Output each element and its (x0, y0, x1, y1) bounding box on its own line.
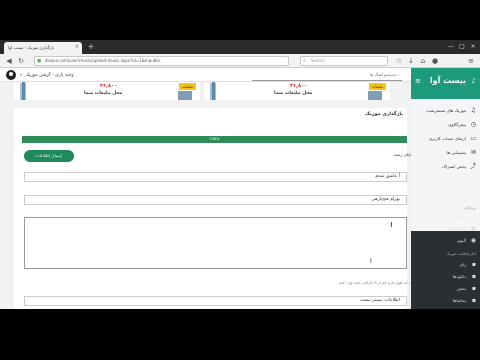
share-icon: ⤴ (469, 163, 476, 170)
firefox-icon[interactable]: ● (430, 56, 440, 66)
banner-tag: تبلیغات (368, 83, 386, 90)
sidebar-item-label: پخش (456, 286, 466, 291)
sidebar-item-support[interactable]: پشتیبانی ها ✉ (414, 147, 476, 159)
upgrade-icon: ▭ (470, 135, 476, 142)
browser-tab[interactable]: بارگذاری موزیک - بیست آوا × (4, 42, 82, 54)
sidebar-item-plays[interactable]: پخش ▪ (414, 283, 476, 295)
sidebar: ≡ بیست آوا ♪ موزیک های منتشرشده ♫ پیش‌گا… (411, 68, 480, 309)
sidebar-item-label: موزیک (454, 214, 466, 219)
sidebar-item-history[interactable]: پیش‌گالوی ◷ (414, 119, 476, 131)
browser-search-input[interactable]: ⌕ Search (300, 56, 388, 66)
close-window-icon[interactable]: × (468, 42, 478, 51)
support-icon: ✉ (470, 149, 476, 156)
sidebar-dark-menu: پروفایل موزیک ♪ پیش‌گالوی ▣ آلبوم ◉ آمار… (411, 203, 480, 304)
download-icon: ▪ (471, 273, 476, 280)
site-header: ▾ وحید یاری - گرفتن موزیک (0, 68, 411, 82)
banner-tag: تبلیغات (178, 83, 196, 90)
description-textarea[interactable] (24, 217, 407, 269)
sidebar-section-title: پروفایل (464, 205, 476, 210)
sidebar-item-label: آلبوم (457, 238, 466, 243)
home-icon[interactable]: ⌂ (418, 56, 428, 66)
sidebar-item-album[interactable]: آلبوم ◉ (414, 235, 476, 247)
banner-price: ۳۶,۸۰۰ (290, 83, 308, 89)
brand-header[interactable]: ≡ بیست آوا ♪ (411, 68, 480, 99)
sidebar-item-label: پیش‌گالوی (448, 122, 466, 127)
sidebar-item-share[interactable]: پخش اشتراک ⤴ (414, 161, 476, 173)
sidebar-item-label: پخش اشتراک (442, 164, 466, 169)
album-icon: ◉ (470, 237, 476, 244)
sidebar-item-published-music[interactable]: موزیک های منتشرشده ♫ (414, 105, 476, 117)
sidebar-item-votes[interactable]: رای ▪ (414, 259, 476, 271)
browser-search-placeholder: Search (311, 58, 325, 63)
bookmark-star-icon[interactable]: ☆ (394, 56, 404, 66)
browser-nav-bar: ◀ ↻ ● ibsava.com/user/music/upload-music… (0, 54, 480, 68)
avatar[interactable] (6, 70, 16, 80)
sidebar-item-label: دانلودها (452, 274, 466, 279)
url-text: ibsava.com/user/music/upload-music.aspx?… (45, 58, 161, 63)
sidebar-item-label: ارتقای حساب کاربری (428, 136, 466, 141)
tab-close-icon[interactable]: × (75, 44, 79, 50)
billboard-image (368, 91, 382, 100)
banner-price: ۳۶,۸۰۰ (100, 83, 118, 89)
site-search-input[interactable] (252, 69, 402, 81)
gallery-icon: ▣ (470, 225, 476, 232)
menu-icon[interactable]: ≡ (466, 56, 476, 66)
search-icon: ⌕ (303, 58, 306, 64)
browser-tab-bar: بارگذاری موزیک - بیست آوا × + — □ × (0, 40, 480, 54)
ad-banner-left[interactable]: ۳۶,۸۰۰ محل تبلیغات شما تبلیغات (14, 82, 200, 100)
new-tab-button[interactable]: + (86, 42, 96, 52)
sidebar-item-music[interactable]: موزیک ♪ (414, 211, 476, 223)
download-icon[interactable]: ↓ (406, 56, 416, 66)
song-name-field[interactable]: آ عاشق شدم (24, 172, 407, 182)
sidebar-item-views[interactable]: تماشاها ▪ (414, 295, 476, 307)
building-image-detail (22, 82, 25, 100)
address-bar[interactable]: ● ibsava.com/user/music/upload-music.asp… (34, 56, 289, 66)
brand-name: بیست آوا (429, 76, 466, 85)
minimize-icon[interactable]: — (446, 42, 456, 51)
ad-banner-right[interactable]: ۳۶,۸۰۰ محل تبلیغات شما تبلیغات (204, 82, 390, 100)
form-title: بارگذاری موزیک (365, 112, 403, 117)
music-note-icon: ♫ (470, 107, 476, 114)
lock-icon: ● (37, 58, 42, 64)
play-icon: ▪ (471, 285, 476, 292)
history-icon: ◷ (470, 121, 476, 128)
menu-toggle-icon[interactable]: ≡ (415, 77, 421, 85)
sidebar-item-upgrade[interactable]: ارتقای حساب کاربری ▭ (414, 133, 476, 145)
progress-label: 100% (209, 137, 220, 141)
sidebar-item-gallery[interactable]: پیش‌گالوی ▣ (414, 223, 476, 235)
user-name: وحید یاری - گرفتن موزیک (25, 73, 74, 78)
sidebar-section-title-2: آمار فعالیت موزیک (446, 251, 476, 256)
reload-icon[interactable]: ↻ (16, 56, 26, 66)
sidebar-item-downloads[interactable]: دانلودها ▪ (414, 271, 476, 283)
sidebar-item-label: پشتیبانی ها (446, 150, 466, 155)
sidebar-item-label: تماشاها (452, 298, 466, 303)
maximize-icon[interactable]: □ (457, 42, 467, 51)
eye-icon: ▪ (471, 297, 476, 304)
billboard-image (178, 91, 192, 100)
user-menu[interactable]: ▾ وحید یاری - گرفتن موزیک (20, 70, 74, 81)
text-caret (391, 222, 392, 227)
music-icon: ♪ (472, 213, 476, 220)
building-image-detail (212, 82, 215, 100)
brand-logo-icon: ♪ (471, 77, 476, 85)
sidebar-item-label: رای (459, 262, 466, 267)
extra-info-field[interactable]: اطلاعات بیشتر نیست (24, 296, 407, 306)
back-icon[interactable]: ◀ (4, 56, 14, 66)
sidebar-item-label: پیش‌گالوی (448, 226, 466, 231)
upload-progress-bar: 100% (22, 136, 407, 143)
mouse-text-cursor: I (370, 258, 372, 265)
vote-icon: ▪ (471, 261, 476, 268)
send-info-button[interactable]: ارسال اطلاعات (24, 150, 74, 162)
sidebar-item-label: موزیک های منتشرشده (426, 108, 466, 113)
main-content: ▾ وحید یاری - گرفتن موزیک ۳۶,۸۰۰ محل تبل… (0, 68, 411, 309)
tab-title: بارگذاری موزیک - بیست آوا (8, 45, 54, 50)
app-window: بارگذاری موزیک - بیست آوا × + — □ × ◀ ↻ … (0, 40, 480, 309)
chevron-down-icon: ▾ (20, 72, 23, 77)
artist-field[interactable]: بهرام فتح‌پارهی (24, 195, 407, 205)
banner-slogan: محل تبلیغات شما (274, 91, 313, 96)
banner-slogan: محل تبلیغات شما (84, 91, 123, 96)
